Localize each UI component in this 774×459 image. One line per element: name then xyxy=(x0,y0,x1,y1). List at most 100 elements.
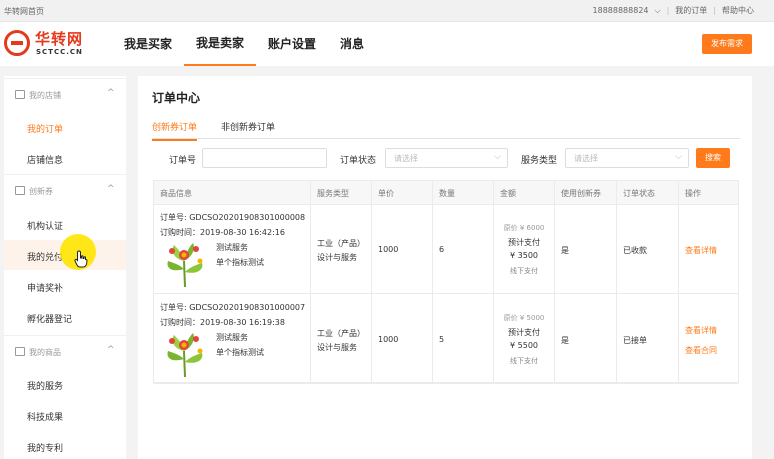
service-type-select[interactable]: 请选择 ⌵ xyxy=(565,148,689,168)
store-icon xyxy=(15,90,25,99)
sidebar-item-label: 店铺信息 xyxy=(27,156,64,166)
view-details-link[interactable]: 查看详情 xyxy=(685,245,717,256)
sidebar-item-apply-subsidy[interactable]: 申请奖补 xyxy=(4,271,126,301)
sidebar-item-label: 孵化器登记 xyxy=(27,315,73,325)
gift-icon xyxy=(15,347,25,356)
use-coupon: 是 xyxy=(561,336,569,345)
sidebar-item-label: 申请奖补 xyxy=(27,284,64,294)
estimated-payment-label: 预计支付 xyxy=(508,238,540,247)
service-type-sub: 设计与服务 xyxy=(317,343,357,352)
product-test-name: 单个指标测试 xyxy=(216,348,264,357)
order-status-select[interactable]: 请选择 ⌵ xyxy=(385,148,508,168)
order-no-label: 订单号 xyxy=(169,156,197,166)
chevron-down-icon[interactable]: ⌵ xyxy=(655,6,661,16)
sidebar: 我的店铺 ^ 我的订单 店铺信息 创新券 ^ 机构认证 我的兑付 申请奖补 孵化… xyxy=(4,76,126,459)
sidebar-item-label: 我的服务 xyxy=(27,382,64,392)
col-service-type: 服务类型 xyxy=(317,189,349,198)
product-image[interactable] xyxy=(160,329,210,379)
sidebar-group-label: 我的商品 xyxy=(29,348,61,357)
nav-seller[interactable]: 我是卖家 xyxy=(184,22,257,66)
order-no-input[interactable] xyxy=(202,148,327,168)
nav-messages[interactable]: 消息 xyxy=(328,22,376,66)
service-type: 工业（产品） xyxy=(317,329,365,338)
logo[interactable]: 华转网 SCTCC.CN xyxy=(4,28,86,60)
chevron-down-icon: ⌵ xyxy=(675,152,682,162)
sidebar-item-org-certification[interactable]: 机构认证 xyxy=(4,209,126,239)
chevron-up-icon[interactable]: ^ xyxy=(107,88,115,98)
order-time: 订购时间：2019-08-30 16:19:38 xyxy=(160,318,285,327)
table-header: 商品信息 服务类型 单价 数量 金额 使用创新券 订单状态 操作 xyxy=(154,181,738,205)
main-nav: 我是买家 我是卖家 账户设置 消息 xyxy=(112,22,376,66)
top-bar: 华转网首页 18888888824 ⌵ | 我的订单 | 帮助中心 xyxy=(0,0,774,22)
sidebar-group-label: 创新券 xyxy=(29,187,53,196)
sidebar-item-incubator-registration[interactable]: 孵化器登记 xyxy=(4,302,126,332)
select-placeholder: 请选择 xyxy=(394,154,418,163)
chevron-up-icon[interactable]: ^ xyxy=(107,345,115,355)
payment-amount: ¥ 3500 xyxy=(510,251,538,260)
sidebar-item-tech-achievements[interactable]: 科技成果 xyxy=(4,400,126,430)
view-contract-link[interactable]: 查看合同 xyxy=(685,345,717,356)
order-number: 订单号: GDCSO20201908301000008 xyxy=(160,213,306,222)
product-service-name: 测试服务 xyxy=(216,243,248,252)
sidebar-item-label: 科技成果 xyxy=(27,413,64,423)
publish-demand-button[interactable]: 发布需求 xyxy=(702,34,752,54)
order-status: 已接单 xyxy=(623,336,647,345)
select-placeholder: 请选择 xyxy=(574,154,598,163)
table-row: 订单号: GDCSO20201908301000008 订购时间：2019-08… xyxy=(154,205,738,294)
col-product-info: 商品信息 xyxy=(160,189,192,198)
col-quantity: 数量 xyxy=(439,189,455,198)
page-title: 订单中心 xyxy=(152,91,201,105)
order-number: 订单号: GDCSO20201908301000007 xyxy=(160,303,306,312)
chevron-down-icon: ⌵ xyxy=(494,152,501,162)
sidebar-item-my-orders[interactable]: 我的订单 xyxy=(4,112,126,142)
tab-non-coupon-orders[interactable]: 非创新券订单 xyxy=(221,120,275,139)
divider: | xyxy=(666,6,670,15)
product-test-name: 单个指标测试 xyxy=(216,258,264,267)
chevron-up-icon[interactable]: ^ xyxy=(107,184,115,194)
order-tabs: 创新券订单 非创新券订单 xyxy=(152,120,740,141)
tab-innovation-coupon-orders[interactable]: 创新券订单 xyxy=(152,120,198,141)
product-service-name: 测试服务 xyxy=(216,333,248,342)
divider: | xyxy=(713,6,716,15)
search-button[interactable]: 搜索 xyxy=(696,148,730,168)
use-coupon: 是 xyxy=(561,246,569,255)
sidebar-item-label: 机构认证 xyxy=(27,222,64,232)
col-actions: 操作 xyxy=(685,189,701,198)
order-status: 已收款 xyxy=(623,246,647,255)
sidebar-group-innovation-coupon[interactable]: 创新券 ^ xyxy=(4,174,126,206)
order-center-panel: 订单中心 创新券订单 非创新券订单 订单号 订单状态 请选择 ⌵ 服务类型 请选… xyxy=(138,76,752,459)
sidebar-group-my-store[interactable]: 我的店铺 ^ xyxy=(4,78,126,110)
estimated-payment-label: 预计支付 xyxy=(508,328,540,337)
product-image[interactable] xyxy=(160,239,210,289)
nav-account-settings[interactable]: 账户设置 xyxy=(256,22,328,66)
view-details-link[interactable]: 查看详情 xyxy=(685,325,717,336)
order-status-label: 订单状态 xyxy=(340,156,377,166)
service-type-label: 服务类型 xyxy=(521,156,558,166)
sidebar-item-label: 我的订单 xyxy=(27,125,64,135)
user-phone[interactable]: 18888888824 xyxy=(593,6,649,15)
offline-payment: 线下支付 xyxy=(510,357,538,365)
help-center-link[interactable]: 帮助中心 xyxy=(722,5,754,16)
main-header: 华转网 SCTCC.CN 我是买家 我是卖家 账户设置 消息 发布需求 xyxy=(0,22,774,66)
logo-icon xyxy=(4,30,30,56)
sidebar-item-store-info[interactable]: 店铺信息 xyxy=(4,143,126,173)
top-bar-right: 18888888824 ⌵ | 我的订单 | 帮助中心 xyxy=(587,5,754,16)
sidebar-item-my-patents[interactable]: 我的专利 xyxy=(4,431,126,459)
quantity: 6 xyxy=(439,245,445,254)
logo-text: 华转网 xyxy=(35,30,84,48)
service-type-sub: 设计与服务 xyxy=(317,253,357,262)
unit-price: 1000 xyxy=(378,245,399,254)
sidebar-group-label: 我的店铺 xyxy=(29,91,61,100)
orders-table: 商品信息 服务类型 单价 数量 金额 使用创新券 订单状态 操作 订单号: GD… xyxy=(153,180,739,384)
my-orders-link[interactable]: 我的订单 xyxy=(675,5,707,16)
col-unit-price: 单价 xyxy=(378,189,394,198)
nav-buyer[interactable]: 我是买家 xyxy=(112,22,184,66)
sidebar-item-my-services[interactable]: 我的服务 xyxy=(4,369,126,399)
sidebar-group-my-products[interactable]: 我的商品 ^ xyxy=(4,335,126,367)
col-amount: 金额 xyxy=(500,189,516,198)
home-link[interactable]: 华转网首页 xyxy=(4,6,44,17)
original-price: 原价 ¥ 6000 xyxy=(503,224,545,232)
hand-cursor-icon xyxy=(74,250,88,268)
original-price: 原价 ¥ 5000 xyxy=(503,314,545,322)
sidebar-item-label: 我的兑付 xyxy=(27,253,64,263)
